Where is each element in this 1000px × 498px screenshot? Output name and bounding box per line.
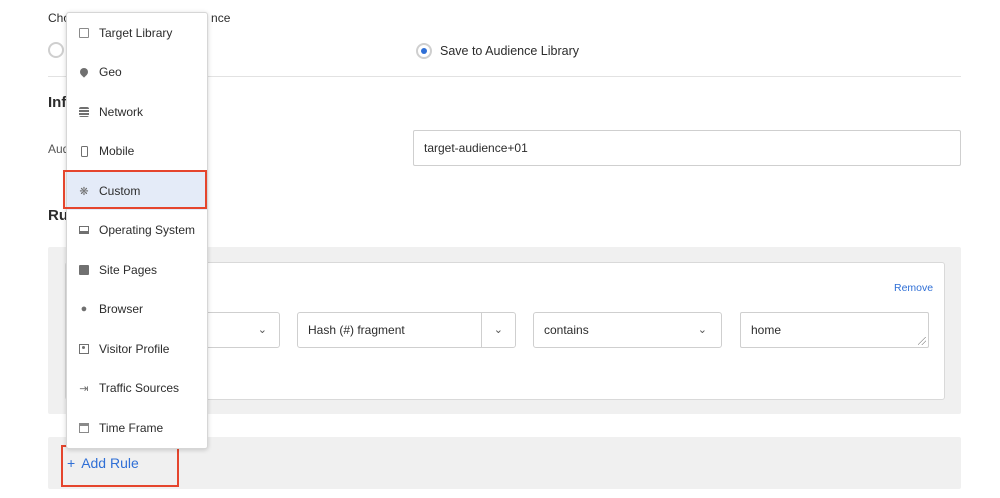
rule-value-textarea[interactable]: home <box>740 312 929 348</box>
radio-label-save-to-audience-library: Save to Audience Library <box>440 44 579 58</box>
select-separator <box>481 313 482 347</box>
pages-icon <box>77 263 91 277</box>
menu-item-traffic-sources[interactable]: ⇥ Traffic Sources <box>67 369 207 407</box>
radio-save-to-audience-library[interactable] <box>416 43 432 59</box>
rule-attribute-value: Hash (#) fragment <box>308 323 405 337</box>
rule-operator-select[interactable]: contains ⌄ <box>533 312 722 348</box>
laptop-icon <box>77 223 91 237</box>
radio-option-1[interactable] <box>48 42 64 58</box>
section-heading-rules: Ru <box>48 207 68 224</box>
callout-highlight-add-rule <box>61 445 179 487</box>
audience-name-input[interactable]: target-audience+01 <box>413 130 961 166</box>
library-icon <box>77 26 91 40</box>
rule-category-select[interactable]: ⌄ <box>200 312 280 348</box>
section-heading-info: Inf <box>48 94 67 111</box>
calendar-icon <box>77 421 91 435</box>
menu-item-time-frame[interactable]: Time Frame <box>67 409 207 447</box>
menu-item-site-pages[interactable]: Site Pages <box>67 251 207 289</box>
chevron-down-icon[interactable]: ⌄ <box>494 313 503 347</box>
location-pin-icon <box>77 65 91 79</box>
audience-category-menu: Target Library Geo Network Mobile ❋ Cust… <box>66 12 208 449</box>
mobile-phone-icon <box>77 144 91 158</box>
globe-icon: ● <box>80 303 88 315</box>
profile-icon <box>77 342 91 356</box>
rule-attribute-select[interactable]: Hash (#) fragment ⌄ <box>297 312 516 348</box>
menu-item-browser[interactable]: ● Browser <box>67 290 207 328</box>
menu-item-target-library[interactable]: Target Library <box>67 14 207 52</box>
resize-grip-icon[interactable] <box>918 337 926 345</box>
chevron-down-icon: ⌄ <box>697 324 707 336</box>
menu-item-geo[interactable]: Geo <box>67 53 207 91</box>
menu-item-network[interactable]: Network <box>67 93 207 131</box>
remove-rule-link[interactable]: Remove <box>894 282 933 294</box>
menu-item-mobile[interactable]: Mobile <box>67 132 207 170</box>
callout-highlight-custom <box>63 170 207 209</box>
menu-item-visitor-profile[interactable]: Visitor Profile <box>67 330 207 368</box>
rule-operator-value: contains <box>544 323 589 337</box>
traffic-icon: ⇥ <box>79 382 89 395</box>
database-icon <box>77 105 91 119</box>
rule-value-text: home <box>751 323 782 337</box>
chevron-down-icon: ⌄ <box>257 324 267 336</box>
menu-item-operating-system[interactable]: Operating System <box>67 211 207 249</box>
